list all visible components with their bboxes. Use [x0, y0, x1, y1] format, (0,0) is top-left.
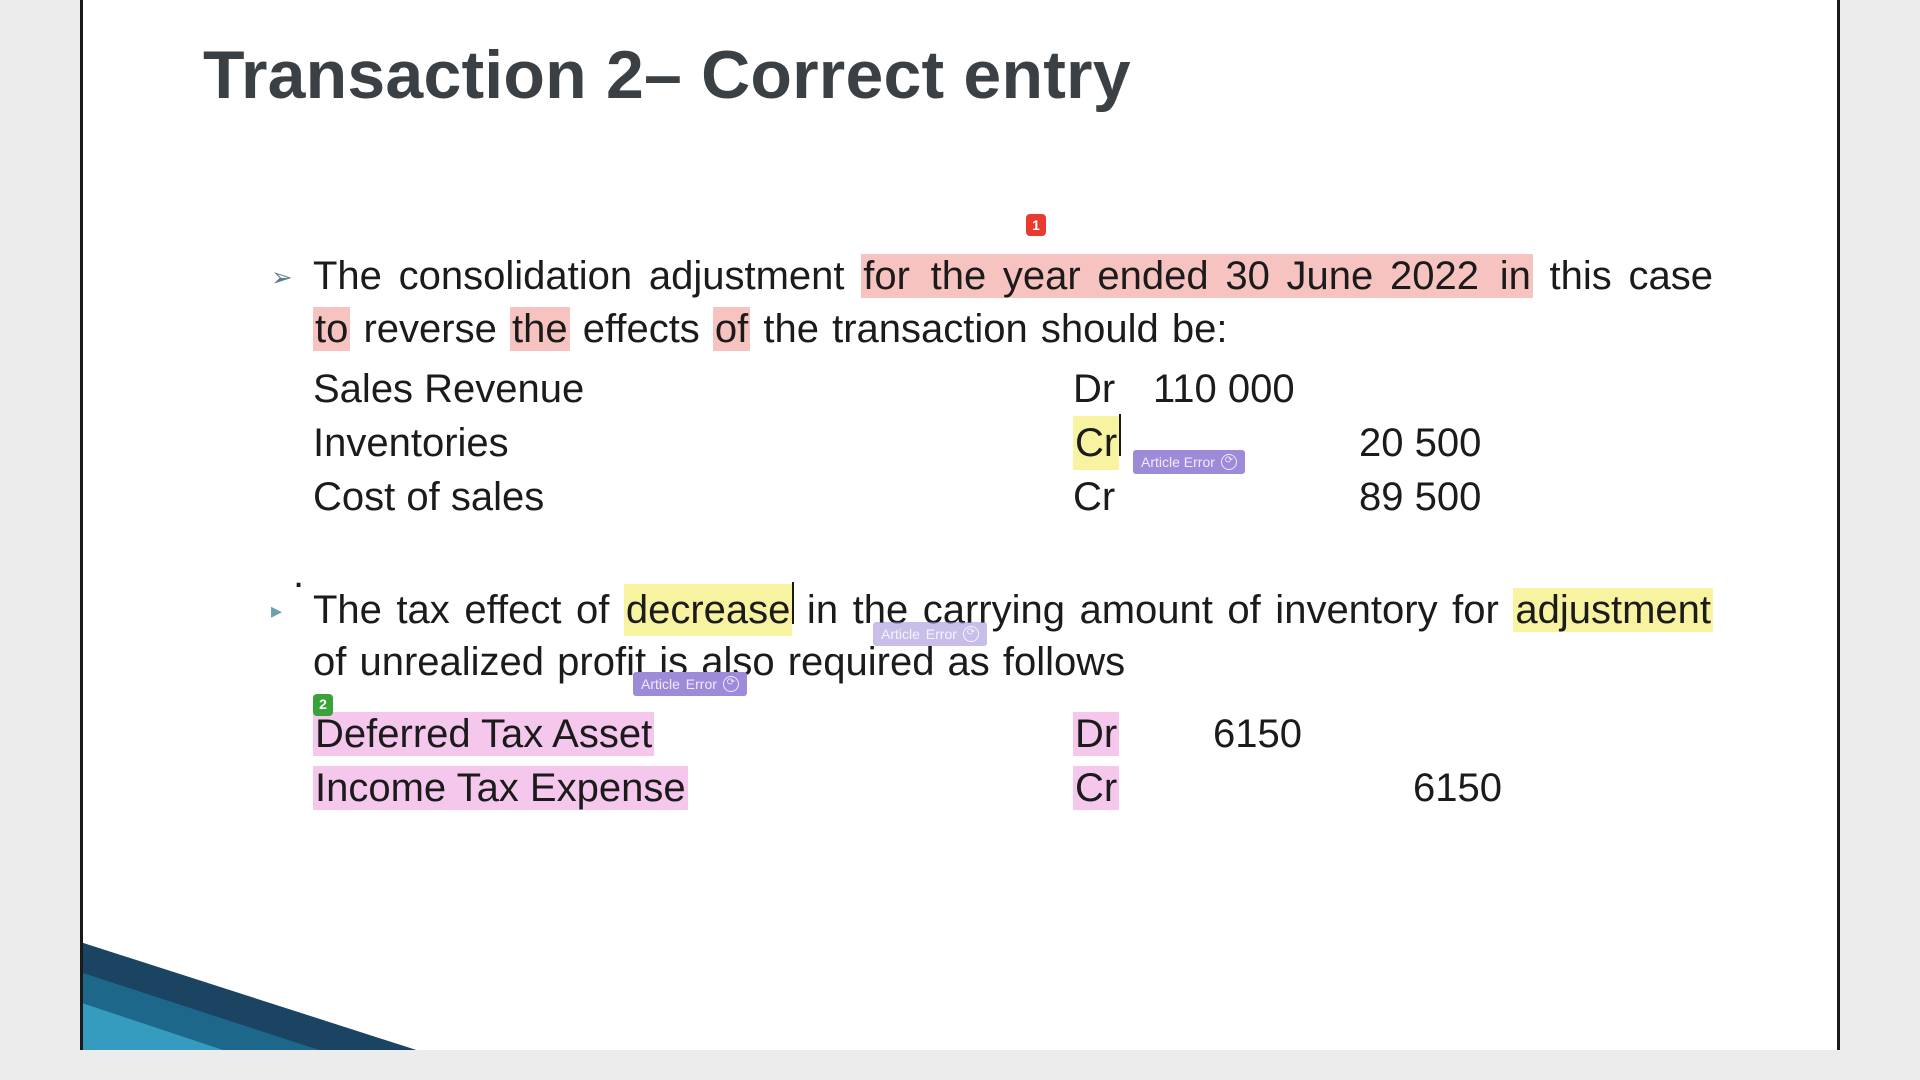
- journal-entries-2: Deferred Tax Asset Dr 6150 Income Tax Ex…: [313, 707, 1713, 815]
- highlighted-account: Income Tax Expense: [313, 766, 688, 810]
- bullet-1: ➢ 1 The consolidation adjustment for the…: [313, 250, 1713, 524]
- drcr: Cr: [1073, 761, 1153, 815]
- drcr: Dr: [1073, 362, 1153, 416]
- entry-row: Cost of sales Cr 89 500: [313, 470, 1713, 524]
- grammar-tag-article-error[interactable]: Article Error ⟳: [1133, 450, 1245, 475]
- grammar-tag-label: Article Error: [641, 675, 717, 693]
- chevron-right-icon: ➢: [271, 260, 293, 294]
- highlighted-account: Deferred Tax Asset: [313, 712, 654, 756]
- stray-dot: .: [293, 548, 304, 601]
- note-badge-2[interactable]: 2: [313, 694, 333, 716]
- text: reverse: [350, 307, 510, 351]
- account-name: Income Tax Expense: [313, 761, 1073, 815]
- amount-cr: 20 500: [1353, 416, 1553, 470]
- highlighted-words: the year ended 30 June 2022: [912, 254, 1498, 298]
- highlighted-word-to: to: [313, 307, 350, 351]
- text: effects: [570, 307, 713, 351]
- drcr: Cr: [1073, 470, 1153, 524]
- triangle-right-icon: ▸: [271, 596, 282, 625]
- highlighted-word-adjustment: adjustment: [1513, 588, 1713, 632]
- account-name: Sales Revenue: [313, 362, 1073, 416]
- account-name: Inventories: [313, 416, 1073, 470]
- slide-title: Transaction 2– Correct entry: [203, 36, 1131, 114]
- bullet-2: . ▸ The tax effect of decrease in the ca…: [313, 584, 1713, 816]
- amount-cr: 6150: [1353, 761, 1553, 815]
- para-2: The tax effect of decrease in the carryi…: [313, 584, 1713, 690]
- highlighted-word-of: of: [713, 307, 750, 351]
- entry-row: Deferred Tax Asset Dr 6150: [313, 707, 1713, 761]
- text: the transaction should be:: [750, 307, 1227, 351]
- entry-row: Income Tax Expense Cr 6150: [313, 761, 1713, 815]
- highlighted-drcr: Dr: [1073, 712, 1119, 756]
- slide-corner-decoration: [83, 930, 603, 1050]
- grammar-tag-article-error[interactable]: Article Error ⟳: [873, 622, 987, 646]
- text: this case: [1533, 254, 1713, 298]
- journal-entries-1: Sales Revenue Dr 110 000 Inventories Cr …: [313, 362, 1713, 524]
- grammar-tag-article-error[interactable]: Article Error ⟳: [633, 672, 747, 696]
- entry-row: Inventories Cr 20 500 Article Error ⟳: [313, 416, 1713, 470]
- refresh-icon: ⟳: [1221, 454, 1237, 470]
- highlighted-word-the: the: [510, 307, 570, 351]
- amount-cr: 89 500: [1353, 470, 1553, 524]
- refresh-icon: ⟳: [723, 676, 739, 692]
- amount-dr: 6150: [1153, 707, 1353, 761]
- grammar-tag-label: Article Error: [881, 625, 957, 643]
- grammar-tag-label: Article Error: [1141, 453, 1215, 472]
- viewport: Transaction 2– Correct entry ➢ 1 The con…: [0, 0, 1920, 1080]
- account-name: Cost of sales: [313, 470, 1073, 524]
- highlighted-drcr: Cr: [1073, 766, 1119, 810]
- slide-page: Transaction 2– Correct entry ➢ 1 The con…: [80, 0, 1840, 1050]
- note-badge-1[interactable]: 1: [1026, 214, 1046, 236]
- text: The consolidation adjustment: [313, 254, 861, 298]
- highlighted-word-decrease: decrease: [624, 584, 793, 637]
- highlighted-word-for: for: [861, 254, 912, 298]
- drcr: Dr: [1073, 707, 1153, 761]
- text: The tax effect of: [313, 588, 624, 632]
- amount-dr: 110 000: [1153, 362, 1353, 416]
- highlighted-word-in: in: [1498, 254, 1533, 298]
- para-1: The consolidation adjustment for the yea…: [313, 250, 1713, 356]
- slide-content: ➢ 1 The consolidation adjustment for the…: [313, 250, 1713, 851]
- refresh-icon: ⟳: [963, 626, 979, 642]
- highlighted-drcr: Cr: [1073, 416, 1119, 470]
- account-name: Deferred Tax Asset: [313, 707, 1073, 761]
- entry-row: Sales Revenue Dr 110 000: [313, 362, 1713, 416]
